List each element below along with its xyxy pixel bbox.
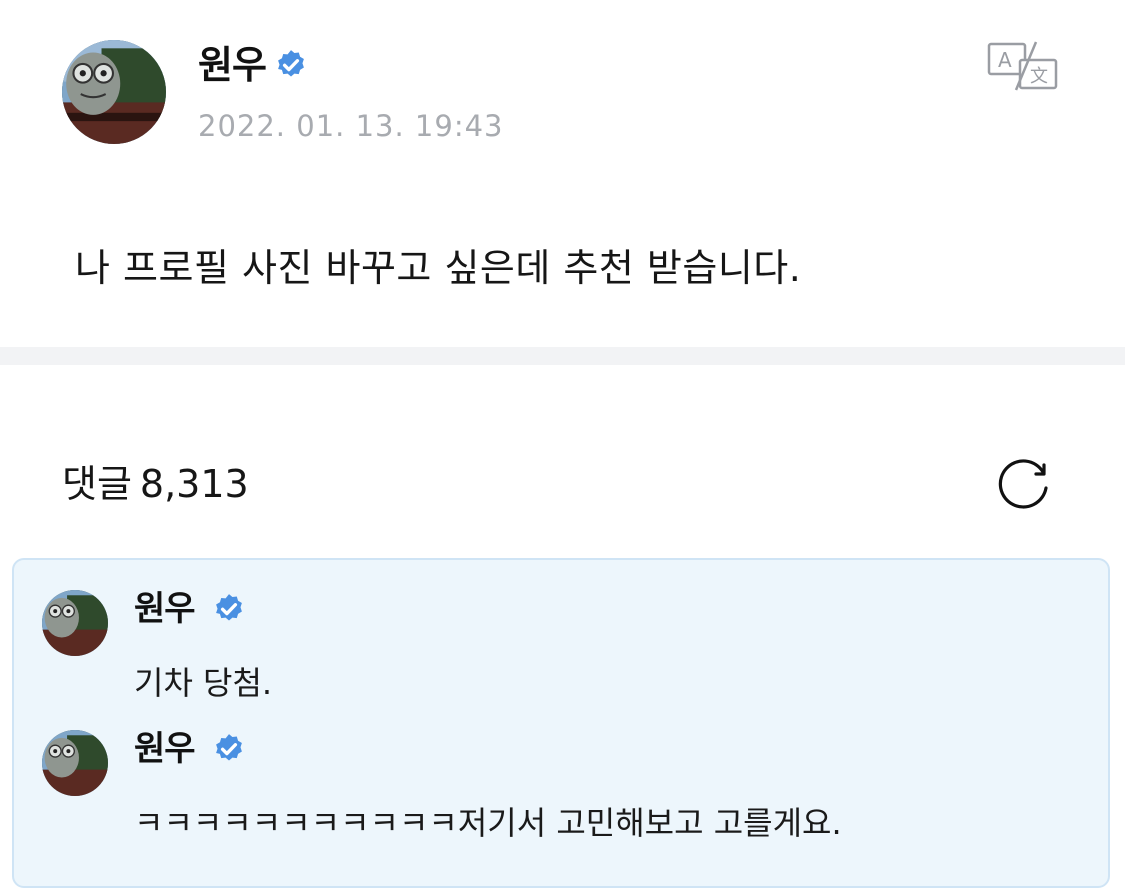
verified-check-icon [216,594,242,621]
comments-count: 8,313 [139,462,249,506]
comments-header: 댓글 8,313 [62,458,249,510]
refresh-icon [998,459,1048,509]
author-name[interactable]: 원우 [198,38,267,92]
post-header: 원우 2022. 01. 13. 19:43 A 文 [0,0,1125,170]
post-date: 2022. 01. 13. 19:43 [198,109,504,143]
svg-text:文: 文 [1030,66,1048,87]
comment-text: ㅋㅋㅋㅋㅋㅋㅋㅋㅋㅋㅋ저기서 고민해보고 고를게요. [134,804,842,842]
verified-check-icon [278,50,304,77]
section-divider [0,347,1125,365]
comment-author[interactable]: 원우 [134,726,196,772]
comments-label: 댓글 [62,462,132,506]
svg-text:A: A [998,48,1012,72]
highlighted-comments: 원우 기차 당첨. 원우 ㅋㅋㅋㅋㅋㅋㅋㅋㅋㅋㅋ저기서 고민해보고 고를게요. [12,558,1110,888]
comment-avatar[interactable] [42,730,108,796]
refresh-button[interactable] [993,452,1055,514]
translate-icon: A 文 [987,41,1058,91]
author-avatar[interactable] [62,40,166,144]
comment-text: 기차 당첨. [134,664,273,702]
translate-button[interactable]: A 文 [986,40,1060,92]
verified-check-icon [216,734,242,761]
comment-avatar[interactable] [42,590,108,656]
post-body: 나 프로필 사진 바꾸고 싶은데 추천 받습니다. [75,246,802,290]
comment-author[interactable]: 원우 [134,586,196,632]
